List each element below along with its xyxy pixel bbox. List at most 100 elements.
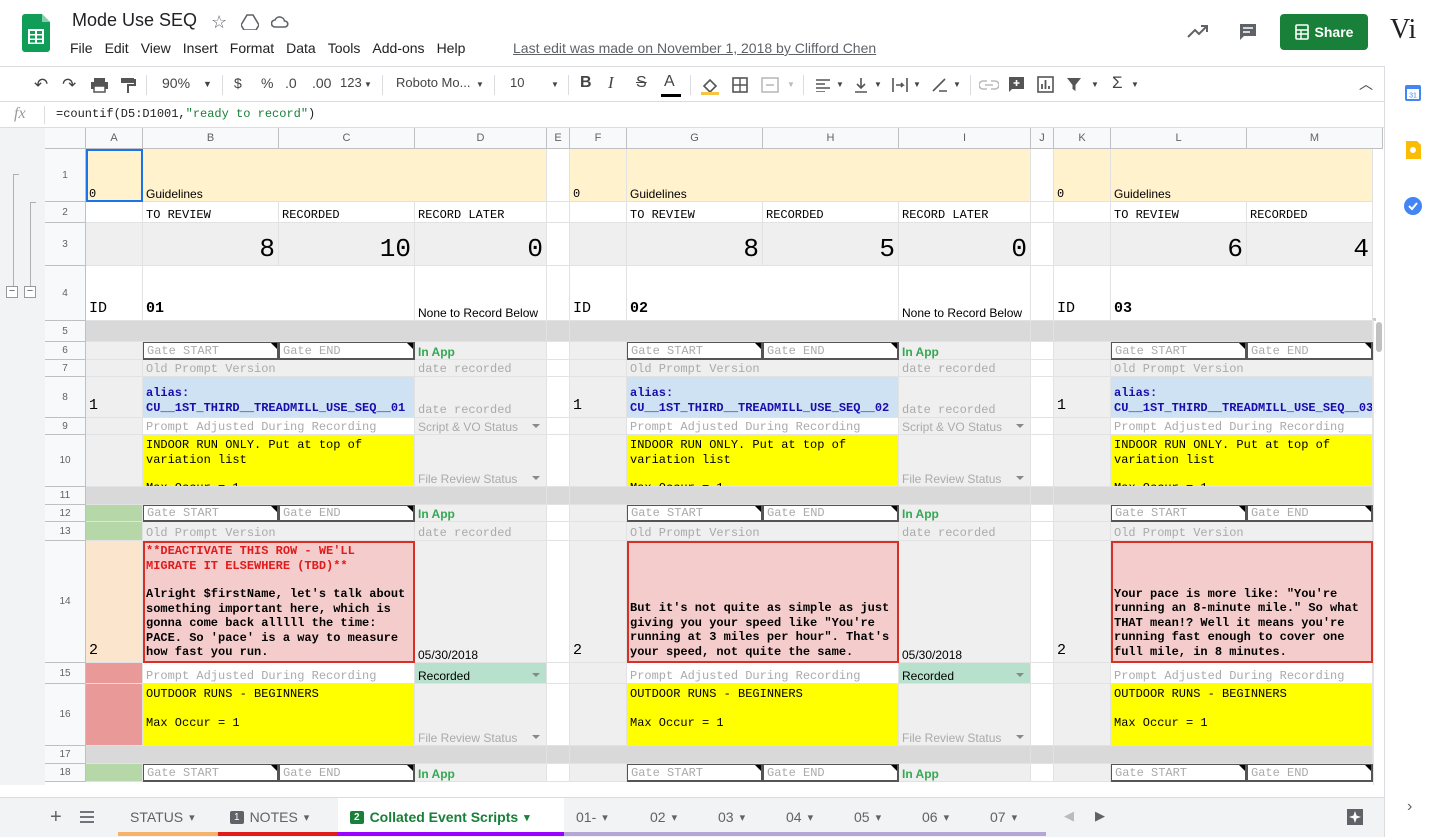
empty-cell[interactable] bbox=[1054, 418, 1111, 435]
column-header-l[interactable]: L bbox=[1111, 128, 1247, 149]
spacer-cell[interactable] bbox=[1031, 360, 1054, 377]
script-vo-status-select[interactable]: Recorded bbox=[899, 663, 1031, 684]
sheet-tab-4[interactable]: 01- ▾ bbox=[564, 798, 638, 836]
tab-chevron-down-icon[interactable]: ▾ bbox=[524, 811, 530, 824]
gate-end-input[interactable]: Gate END bbox=[763, 505, 899, 522]
sheet-tab-1[interactable]: STATUS ▾ bbox=[118, 798, 218, 836]
alias-cell[interactable]: alias: CU__1ST_THIRD__TREADMILL_USE_SEQ_… bbox=[1111, 377, 1373, 418]
account-avatar[interactable]: Vi bbox=[1390, 14, 1416, 46]
spacer-cell[interactable] bbox=[1031, 505, 1054, 522]
old-prompt-version[interactable]: Old Prompt Version bbox=[1111, 360, 1373, 377]
empty-cell[interactable] bbox=[86, 223, 143, 266]
spacer-cell[interactable] bbox=[1031, 435, 1054, 487]
empty-cell[interactable] bbox=[1054, 223, 1111, 266]
row-header-4[interactable]: 4 bbox=[45, 266, 86, 321]
share-button[interactable]: Share bbox=[1280, 14, 1368, 50]
spacer-cell[interactable] bbox=[547, 487, 570, 505]
status-cell[interactable] bbox=[570, 663, 627, 684]
to-review-label[interactable]: TO REVIEW bbox=[143, 202, 279, 223]
recorded-label[interactable]: RECORDED bbox=[763, 202, 899, 223]
status-cell[interactable] bbox=[1054, 684, 1111, 746]
row-id[interactable]: 1 bbox=[1054, 377, 1111, 418]
empty-cell[interactable] bbox=[1054, 435, 1111, 487]
status-cell[interactable] bbox=[570, 505, 627, 522]
menu-data[interactable]: Data bbox=[286, 40, 322, 58]
currency-format-button[interactable]: $ bbox=[234, 75, 242, 91]
zoom-chevron-down-icon[interactable]: ▼ bbox=[203, 79, 212, 89]
empty-cell[interactable] bbox=[570, 360, 627, 377]
zoom-select[interactable]: 90% bbox=[162, 75, 190, 91]
in-app-value[interactable]: In App bbox=[899, 342, 1031, 360]
guidelines-cell[interactable]: Guidelines bbox=[143, 149, 547, 202]
text-color-button[interactable]: A bbox=[664, 73, 675, 91]
row-header-6[interactable]: 6 bbox=[45, 342, 86, 360]
to-review-label[interactable]: TO REVIEW bbox=[1111, 202, 1247, 223]
spacer-cell[interactable] bbox=[547, 266, 570, 321]
sheet-tab-2[interactable]: 1 NOTES ▾ bbox=[218, 798, 338, 836]
row-header-15[interactable]: 15 bbox=[45, 663, 86, 684]
spacer-cell[interactable] bbox=[1031, 684, 1054, 746]
vertical-align-icon[interactable] bbox=[854, 77, 868, 93]
gate-end-input[interactable]: Gate END bbox=[279, 342, 415, 360]
row-header-5[interactable]: 5 bbox=[45, 321, 86, 342]
script-vo-status-select[interactable]: Recorded bbox=[415, 663, 547, 684]
recorded-count[interactable]: 4 bbox=[1247, 223, 1373, 266]
in-app-value[interactable]: In App bbox=[899, 505, 1031, 522]
in-app-value[interactable]: In App bbox=[415, 342, 547, 360]
sheet-tab-9[interactable]: 06 ▾ bbox=[910, 798, 978, 836]
gate-start-input[interactable]: Gate START bbox=[143, 764, 279, 782]
gate-start-input[interactable]: Gate START bbox=[143, 505, 279, 522]
menu-file[interactable]: File bbox=[70, 40, 99, 58]
empty-cell[interactable] bbox=[86, 360, 143, 377]
none-to-record[interactable]: None to Record Below bbox=[899, 266, 1031, 321]
gate-start-input[interactable]: Gate START bbox=[627, 505, 763, 522]
status-cell[interactable] bbox=[570, 522, 627, 541]
row-header-10[interactable]: 10 bbox=[45, 435, 86, 487]
add-sheet-icon[interactable]: + bbox=[50, 806, 62, 829]
script-text[interactable]: Your pace is more like: "You're running … bbox=[1111, 541, 1373, 663]
bold-button[interactable]: B bbox=[580, 74, 592, 92]
tab-chevron-down-icon[interactable]: ▾ bbox=[1012, 811, 1018, 824]
gate-end-input[interactable]: Gate END bbox=[1247, 764, 1373, 782]
event-note[interactable]: INDOOR RUN ONLY. Put at top of variation… bbox=[1111, 435, 1373, 487]
section-divider[interactable] bbox=[570, 321, 1031, 342]
spacer-cell[interactable] bbox=[547, 202, 570, 223]
tab-chevron-down-icon[interactable]: ▾ bbox=[876, 811, 882, 824]
id-label[interactable]: ID bbox=[86, 266, 143, 321]
merge-cells-icon[interactable] bbox=[761, 77, 779, 93]
spacer-cell[interactable] bbox=[1031, 663, 1054, 684]
row-id[interactable]: 2 bbox=[1054, 541, 1111, 663]
event-note[interactable]: OUTDOOR RUNS - BEGINNERS Max Occur = 1 bbox=[1111, 684, 1373, 746]
spacer-cell[interactable] bbox=[1031, 377, 1054, 418]
spacer-cell[interactable] bbox=[547, 435, 570, 487]
increase-decimal-button[interactable]: .00 bbox=[312, 75, 331, 91]
row-header-1[interactable]: 1 bbox=[45, 149, 86, 202]
empty-cell[interactable] bbox=[1054, 360, 1111, 377]
row-header-11[interactable]: 11 bbox=[45, 487, 86, 505]
spacer-cell[interactable] bbox=[1031, 487, 1054, 505]
event-note[interactable]: OUTDOOR RUNS - BEGINNERS Max Occur = 1 bbox=[627, 684, 899, 746]
text-wrapping-icon[interactable] bbox=[892, 77, 908, 93]
calendar-icon[interactable]: 31 bbox=[1404, 84, 1422, 102]
gate-end-input[interactable]: Gate END bbox=[1247, 342, 1373, 360]
font-size-select[interactable]: 10 bbox=[510, 75, 524, 90]
expand-panel-icon[interactable]: › bbox=[1407, 798, 1412, 816]
date-recorded[interactable]: date recorded bbox=[899, 377, 1031, 418]
scroll-tabs-left-icon[interactable]: ◀ bbox=[1064, 808, 1074, 824]
last-edit-link[interactable]: Last edit was made on November 1, 2018 b… bbox=[513, 40, 876, 56]
script-text[interactable]: **DEACTIVATE THIS ROW - WE'LL MIGRATE IT… bbox=[143, 541, 415, 663]
spacer-cell[interactable] bbox=[1031, 418, 1054, 435]
italic-button[interactable]: I bbox=[608, 73, 614, 93]
paint-format-icon[interactable] bbox=[120, 77, 136, 94]
tab-chevron-down-icon[interactable]: ▾ bbox=[602, 811, 608, 824]
alias-cell[interactable]: alias: CU__1ST_THIRD__TREADMILL_USE_SEQ_… bbox=[143, 377, 415, 418]
sheets-logo-icon[interactable] bbox=[22, 14, 50, 52]
in-app-value[interactable]: In App bbox=[899, 764, 1031, 782]
menu-insert[interactable]: Insert bbox=[183, 40, 224, 58]
date-recorded[interactable]: date recorded bbox=[415, 377, 547, 418]
recorded-count[interactable]: 5 bbox=[763, 223, 899, 266]
event-note[interactable]: INDOOR RUN ONLY. Put at top of variation… bbox=[143, 435, 415, 487]
status-cell[interactable] bbox=[570, 684, 627, 746]
tab-chevron-down-icon[interactable]: ▾ bbox=[672, 811, 678, 824]
collapse-group-1-icon[interactable]: − bbox=[6, 286, 18, 298]
